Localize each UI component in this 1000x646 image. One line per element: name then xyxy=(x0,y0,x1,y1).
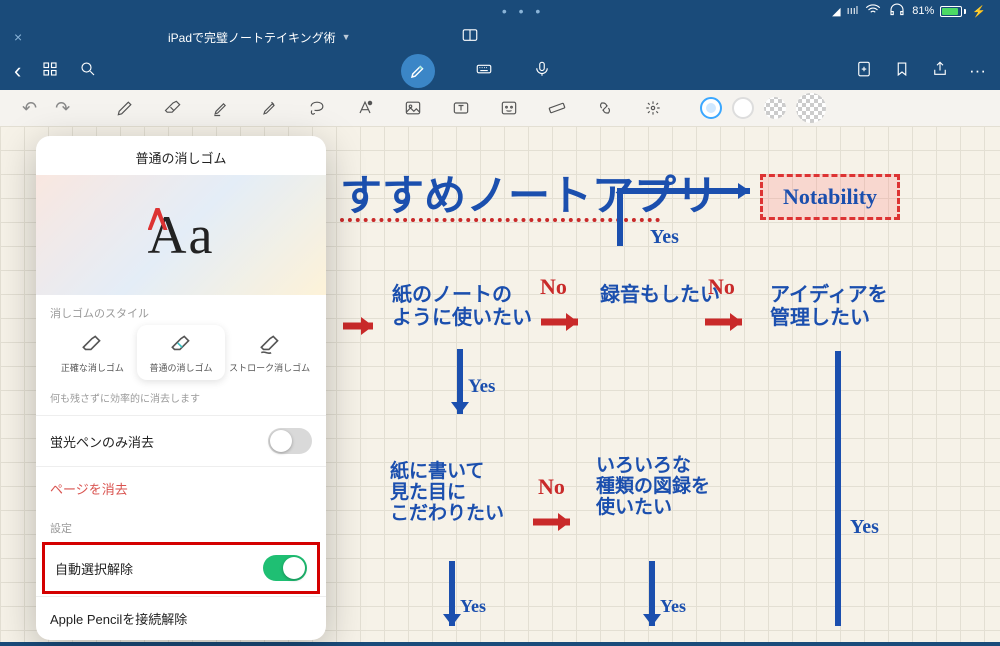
tool-image[interactable] xyxy=(402,97,424,119)
pen-mode-button[interactable] xyxy=(401,54,435,88)
undo-button[interactable]: ↶ xyxy=(22,98,37,119)
eraser-hint: 何も残さずに効率的に消去します xyxy=(36,384,326,415)
eraser-settings-popover: 普通の消しゴム Aa 消しゴムのスタイル 正確な消しゴム 普通の消しゴム ストロ… xyxy=(36,136,326,640)
battery-percent: 81% xyxy=(912,5,934,17)
eraser-style-options: 正確な消しゴム 普通の消しゴム ストローク消しゴム xyxy=(36,325,326,384)
eraser-style-stroke[interactable]: ストローク消しゴム xyxy=(225,325,314,380)
tool-highlighter[interactable] xyxy=(210,97,232,119)
style-section-label: 消しゴムのスタイル xyxy=(36,295,326,325)
highlighter-only-toggle[interactable] xyxy=(268,428,312,454)
auto-deselect-label: 自動選択解除 xyxy=(55,559,133,578)
popover-title: 普通の消しゴム xyxy=(36,136,326,175)
title-bar: × iPadで完璧ノートテイキング術 ▼ xyxy=(0,22,1000,52)
document-title: iPadで完璧ノートテイキング術 xyxy=(168,29,336,46)
search-icon[interactable] xyxy=(79,60,97,83)
status-bar: • • • ◢ ıııl 81% ⚡ xyxy=(0,0,1000,22)
eraser-style-precise[interactable]: 正確な消しゴム xyxy=(48,325,137,380)
auto-deselect-row[interactable]: 自動選択解除 xyxy=(45,545,317,591)
ink-notability: Notability xyxy=(783,184,877,210)
tool-bar: ↶ ↷ xyxy=(0,90,1000,126)
status-handle-icon: • • • xyxy=(214,3,832,19)
tool-laser[interactable] xyxy=(642,97,664,119)
arrow-no-1 xyxy=(536,302,596,342)
close-button[interactable]: × xyxy=(14,29,38,45)
arrow-no-2 xyxy=(700,302,760,342)
wifi-icon xyxy=(864,1,882,22)
ink-no-3: No xyxy=(538,474,565,500)
arrow-q1 xyxy=(338,306,388,346)
tool-lasso[interactable] xyxy=(306,97,328,119)
ink-yes-4: Yes xyxy=(660,596,686,617)
color-swatch-2[interactable] xyxy=(732,97,754,119)
mic-icon[interactable] xyxy=(533,60,551,83)
split-view-icon[interactable] xyxy=(461,26,479,48)
disconnect-pencil-label: Apple Pencilを接続解除 xyxy=(50,609,187,628)
ink-yes-2: Yes xyxy=(468,376,495,398)
keyboard-icon[interactable] xyxy=(475,60,493,83)
tool-text-box[interactable] xyxy=(450,97,472,119)
arrow-down-right xyxy=(818,346,858,636)
highlighter-only-label: 蛍光ペンのみ消去 xyxy=(50,432,154,451)
ink-no-2: No xyxy=(708,274,735,300)
arrow-no-3 xyxy=(528,502,588,542)
charging-icon: ⚡ xyxy=(972,5,986,18)
document-title-dropdown[interactable]: iPadで完璧ノートテイキング術 ▼ xyxy=(168,29,351,46)
ink-q4: 紙に書いて 見た目に こだわりたい xyxy=(390,462,504,525)
style-label: ストローク消しゴム xyxy=(229,361,310,374)
more-icon[interactable]: ··· xyxy=(969,61,986,81)
ink-q3: アイディアを 管理したい xyxy=(770,284,888,330)
headphones-icon xyxy=(888,1,906,22)
chevron-down-icon: ▼ xyxy=(342,32,351,42)
ink-no-1: No xyxy=(540,274,567,300)
ink-notability-box: Notability xyxy=(760,174,900,220)
add-page-icon[interactable] xyxy=(855,60,873,83)
eraser-style-normal[interactable]: 普通の消しゴム xyxy=(137,325,226,380)
clear-page-label: ページを消去 xyxy=(50,479,128,498)
battery-icon xyxy=(940,6,966,17)
nav-bar: ‹ ··· xyxy=(0,52,1000,90)
bookmark-icon[interactable] xyxy=(893,60,911,83)
ink-yes-3: Yes xyxy=(460,596,486,617)
auto-deselect-toggle[interactable] xyxy=(263,555,307,581)
color-swatch-selected[interactable] xyxy=(700,97,722,119)
auto-deselect-highlight: 自動選択解除 xyxy=(42,542,320,594)
ink-yes-5: Yes xyxy=(850,516,879,539)
style-label: 正確な消しゴム xyxy=(61,361,124,374)
signal-icon: ıııl xyxy=(847,5,859,17)
tool-link[interactable] xyxy=(594,97,616,119)
highlighter-only-row[interactable]: 蛍光ペンのみ消去 xyxy=(36,415,326,466)
redo-button[interactable]: ↷ xyxy=(55,98,70,119)
tool-text-style[interactable] xyxy=(354,97,376,119)
back-button[interactable]: ‹ xyxy=(14,58,21,84)
tool-sticker[interactable] xyxy=(498,97,520,119)
disconnect-pencil-row[interactable]: Apple Pencilを接続解除 xyxy=(36,596,326,640)
share-icon[interactable] xyxy=(931,60,949,83)
color-swatch-transparent[interactable] xyxy=(764,97,786,119)
tool-pen[interactable] xyxy=(114,97,136,119)
settings-section-label: 設定 xyxy=(36,510,326,540)
ink-q5: いろいろな 種類の図録を 使いたい xyxy=(596,456,710,519)
tool-eraser[interactable] xyxy=(162,97,184,119)
clear-page-button[interactable]: ページを消去 xyxy=(36,466,326,510)
tool-shape[interactable] xyxy=(258,97,280,119)
color-swatch-transparent-large[interactable] xyxy=(796,93,826,123)
arrow-top-right xyxy=(610,176,770,256)
preview-sample-text: Aa xyxy=(148,204,215,266)
ink-q1: 紙のノートの ように使いたい xyxy=(392,284,532,330)
style-label: 普通の消しゴム xyxy=(150,361,213,374)
eraser-preview: Aa xyxy=(36,175,326,295)
ink-yes-1: Yes xyxy=(650,226,679,249)
apps-grid-icon[interactable] xyxy=(41,60,59,83)
tool-ruler[interactable] xyxy=(546,97,568,119)
location-icon: ◢ xyxy=(832,5,840,18)
